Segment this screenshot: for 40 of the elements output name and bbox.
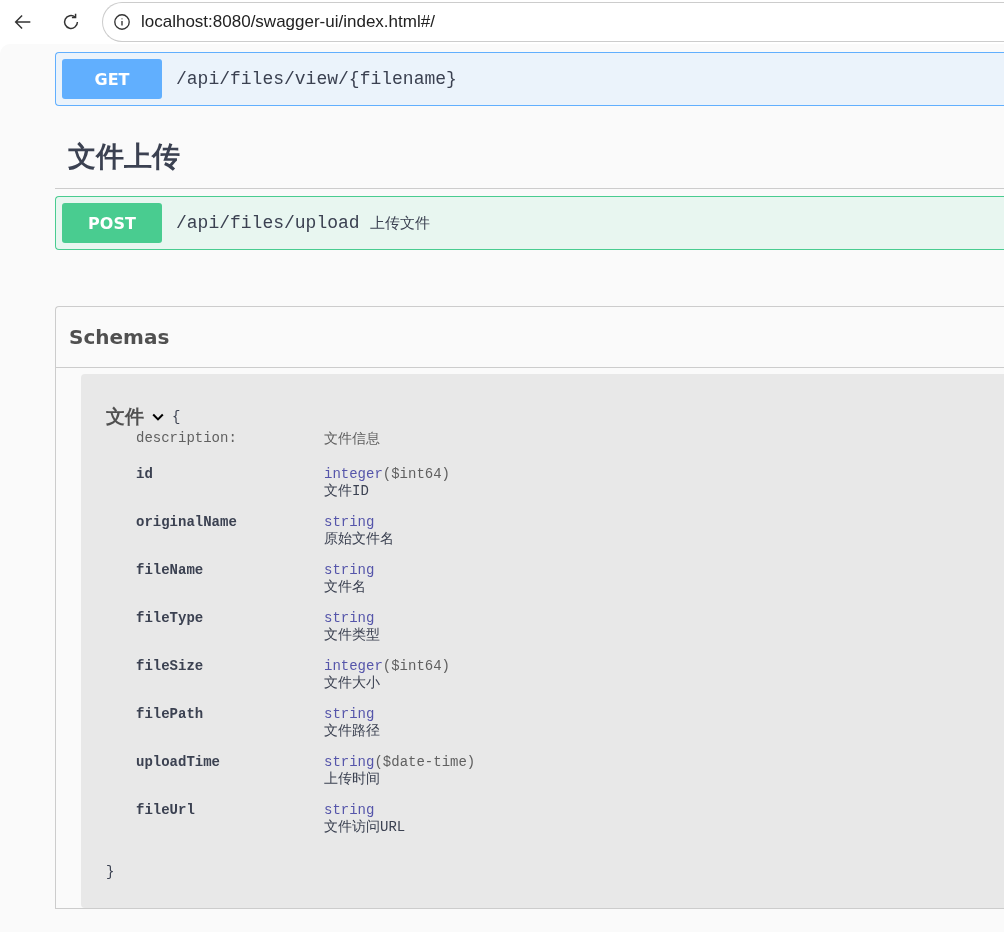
property-description: 原始文件名 [324, 530, 395, 548]
property-type: string [324, 706, 376, 722]
property-description: 上传时间 [324, 770, 381, 788]
property-name: fileName [136, 562, 205, 580]
endpoint-path: /api/files/view/{filename} [176, 69, 457, 89]
schemas-heading[interactable]: Schemas [56, 307, 1004, 368]
property-description: 文件访问URL [324, 818, 407, 836]
property-type: string [324, 514, 376, 530]
tag-heading[interactable]: 文件上传 [55, 106, 1004, 189]
model-description: 文件信息 [324, 430, 381, 448]
property-type: integer($int64) [324, 658, 452, 674]
method-badge: GET [62, 59, 162, 99]
property-description: 文件类型 [324, 626, 381, 644]
property-name: fileUrl [136, 802, 196, 820]
method-badge: POST [62, 203, 162, 243]
property-type: string [324, 610, 376, 626]
property-name: fileSize [136, 658, 205, 676]
property-label: description: [136, 430, 238, 448]
property-description: 文件路径 [324, 722, 381, 740]
brace: } [106, 864, 116, 880]
property-name: id [136, 466, 154, 484]
property-name: filePath [136, 706, 205, 724]
brace: { [172, 409, 181, 425]
info-icon [113, 13, 131, 31]
property-description: 文件大小 [324, 674, 381, 692]
endpoint-path: /api/files/upload [176, 213, 360, 233]
property-type: string [324, 562, 376, 578]
property-description: 文件名 [324, 578, 367, 596]
property-type: integer($int64) [324, 466, 452, 482]
property-description: 文件ID [324, 482, 370, 500]
property-name: fileType [136, 610, 205, 628]
endpoint-summary: 上传文件 [369, 213, 430, 233]
property-type: string($date-time) [324, 754, 477, 770]
url-text: localhost:8080/swagger-ui/index.html#/ [141, 12, 435, 32]
operation-bar[interactable]: POST /api/files/upload 上传文件 [55, 196, 1004, 250]
property-name: uploadTime [136, 754, 221, 772]
property-name: originalName [136, 514, 238, 532]
operation-bar[interactable]: GET /api/files/view/{filename} [55, 52, 1004, 106]
model-name[interactable]: 文件 [106, 404, 144, 430]
property-type: string [324, 802, 376, 818]
